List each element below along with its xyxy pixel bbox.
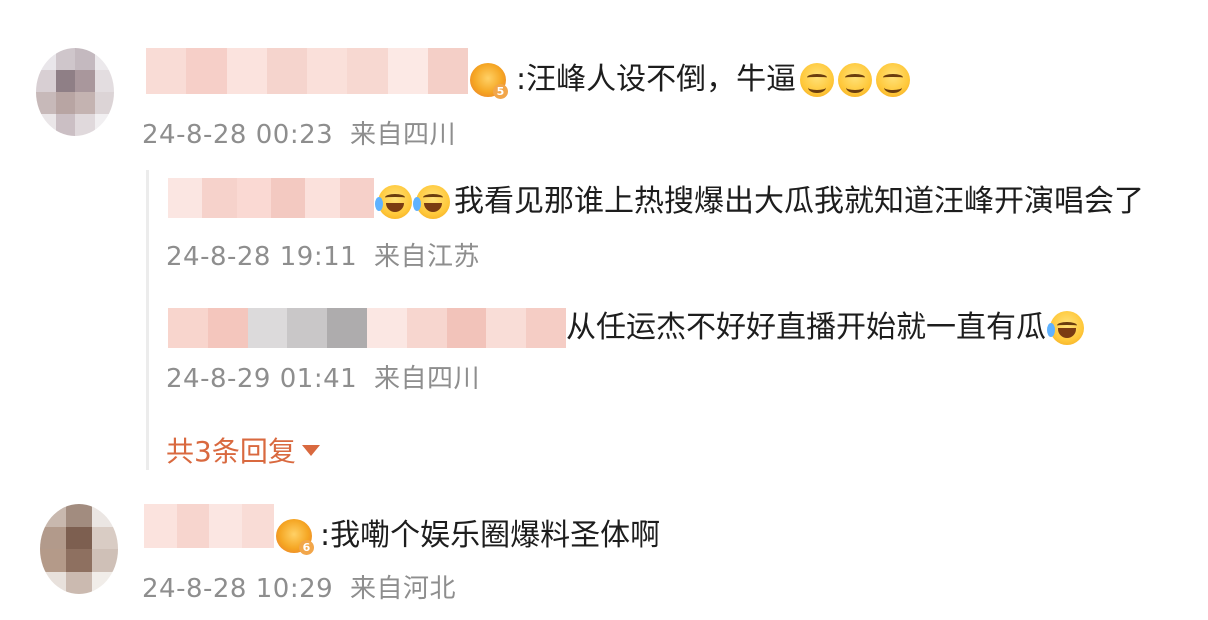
comment-time: 24-8-28 10:29 [142, 574, 334, 604]
comment-text: :我嘞个娱乐圈爆料圣体啊 [320, 518, 661, 553]
username[interactable] [146, 48, 468, 94]
laugh-cry-icon [1047, 311, 1084, 345]
fan-badge-icon: 6 [276, 519, 314, 555]
reply-text: 从任运杰不好好直播开始就一直有瓜 [566, 310, 1046, 345]
comment-location: 来自河北 [349, 574, 456, 604]
grin-icon [838, 63, 873, 97]
reply-text: 我看见那谁上热搜爆出大瓜我就知道汪峰开演唱会了 [454, 184, 1144, 219]
reply-username[interactable] [168, 178, 374, 218]
avatar[interactable] [40, 504, 118, 594]
comment-location: 来自四川 [349, 120, 456, 150]
comment-text: :汪峰人设不倒，牛逼 [516, 62, 797, 97]
reply-time: 24-8-28 19:11 [166, 242, 358, 272]
more-replies-label: 共3条回复 [166, 435, 296, 468]
avatar[interactable] [36, 48, 114, 136]
reply-location: 来自江苏 [373, 242, 480, 272]
comment-time: 24-8-28 00:23 [142, 120, 334, 150]
fan-badge-icon: 5 [470, 63, 508, 99]
laugh-cry-icon [375, 185, 412, 219]
grin-icon [800, 63, 835, 97]
username[interactable] [144, 504, 274, 548]
reply-location: 来自四川 [373, 364, 480, 394]
reply-time: 24-8-29 01:41 [166, 364, 358, 394]
grin-icon [876, 63, 911, 97]
caret-down-icon [301, 444, 320, 456]
more-replies-link[interactable]: 共3条回复 [166, 430, 320, 470]
laugh-cry-icon [413, 185, 450, 219]
reply-username[interactable] [168, 308, 566, 348]
